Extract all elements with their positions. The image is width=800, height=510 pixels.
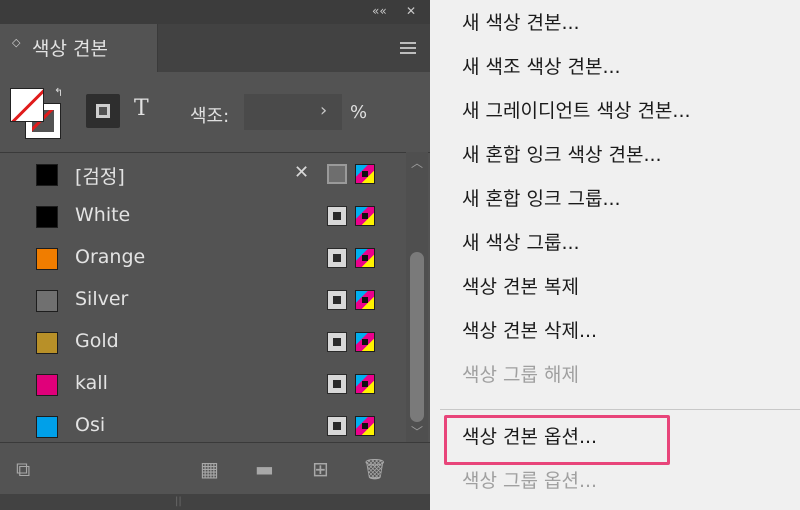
close-panel-icon[interactable]: ✕ <box>406 2 416 20</box>
process-color-icon <box>327 416 347 436</box>
panel-menu-icon[interactable] <box>400 42 416 54</box>
resize-grip-icon[interactable]: || <box>175 496 182 507</box>
tint-slider-arrow-icon[interactable]: › <box>320 100 327 121</box>
panel-bottom-bar: ⧉ ▦ ▬ ⊞ 🗑 <box>0 442 430 494</box>
cmyk-mode-icon <box>355 416 375 436</box>
swatch-views-icon[interactable]: ▦ <box>200 459 219 479</box>
swatch-row-black[interactable]: [검정] ✕ <box>0 153 405 195</box>
cannot-edit-icon: ✕ <box>294 162 310 183</box>
menu-item-new-tint-swatch[interactable]: 새 색조 색상 견본... <box>462 52 621 79</box>
swatch-color-chip <box>36 416 58 438</box>
menu-item-swatch-options[interactable]: 색상 견본 옵션... <box>462 422 597 449</box>
swatch-color-chip <box>36 206 58 228</box>
tab-swatches[interactable]: ◇ 색상 견본 <box>0 24 158 72</box>
swatch-name: Orange <box>75 246 146 268</box>
menu-item-new-mixed-ink-swatch[interactable]: 새 혼합 잉크 색상 견본... <box>462 140 662 167</box>
swatches-panel: «« ✕ ◇ 색상 견본 ↰ T 색조: › % [검정] ✕ White Or… <box>0 0 430 510</box>
menu-item-new-color-group[interactable]: 새 색상 그룹... <box>462 228 580 255</box>
swatches-panel-menu: 새 색상 견본... 새 색조 색상 견본... 새 그레이디언트 색상 견본.… <box>430 0 800 510</box>
menu-separator <box>440 409 800 410</box>
tab-expand-icon[interactable]: ◇ <box>12 37 20 48</box>
fill-swatch-icon[interactable] <box>10 88 44 122</box>
process-color-icon <box>327 248 347 268</box>
cmyk-mode-icon <box>355 374 375 394</box>
swatch-color-chip <box>36 332 58 354</box>
menu-item-new-mixed-ink-group[interactable]: 새 혼합 잉크 그룹... <box>462 184 621 211</box>
collapse-panel-icon[interactable]: «« <box>372 2 387 20</box>
swatch-row-silver[interactable]: Silver <box>0 279 405 321</box>
show-all-swatches-icon[interactable]: ⧉ <box>16 459 30 479</box>
swatch-name: [검정] <box>75 166 125 188</box>
swatch-color-chip <box>36 248 58 270</box>
tab-label: 색상 견본 <box>32 38 108 60</box>
panel-footer: || <box>0 494 430 510</box>
cmyk-mode-icon <box>355 248 375 268</box>
swatch-color-chip <box>36 374 58 396</box>
swatch-name: White <box>75 204 131 226</box>
process-color-icon <box>327 374 347 394</box>
panel-tab-row: ◇ 색상 견본 <box>0 24 430 72</box>
swatch-name: Osi <box>75 414 106 436</box>
swatch-row-gold[interactable]: Gold <box>0 321 405 363</box>
scroll-up-icon[interactable]: ︿ <box>406 154 428 171</box>
menu-item-new-gradient-swatch[interactable]: 새 그레이디언트 색상 견본... <box>462 96 691 123</box>
swatch-row-white[interactable]: White <box>0 195 405 237</box>
swatch-name: kall <box>75 372 108 394</box>
panel-title-bar: «« ✕ <box>0 0 430 24</box>
cmyk-mode-icon <box>355 164 375 184</box>
swatch-row-osi[interactable]: Osi <box>0 405 405 447</box>
swatch-row-orange[interactable]: Orange <box>0 237 405 279</box>
menu-item-ungroup-color-group: 색상 그룹 해제 <box>462 364 579 386</box>
swap-fill-stroke-icon[interactable]: ↰ <box>54 86 63 99</box>
formatting-affects-text-icon[interactable]: T <box>134 96 149 121</box>
swatch-color-chip <box>36 164 58 186</box>
fill-stroke-widget[interactable]: ↰ <box>10 86 63 140</box>
swatch-name: Silver <box>75 288 129 310</box>
new-swatch-icon[interactable]: ⊞ <box>312 459 329 479</box>
swatch-list-scrollbar[interactable]: ︿ ﹀ <box>406 152 428 442</box>
scroll-down-icon[interactable]: ﹀ <box>406 423 428 440</box>
formatting-affects-container-icon[interactable] <box>86 94 120 128</box>
scroll-thumb[interactable] <box>410 252 424 422</box>
tint-label: 색조: <box>190 106 230 127</box>
process-color-icon <box>327 290 347 310</box>
swatch-list: [검정] ✕ White Orange Silver Gold kall Osi <box>0 152 430 442</box>
swatch-color-chip <box>36 290 58 312</box>
delete-swatch-icon[interactable]: 🗑 <box>362 459 387 479</box>
swatch-row-kall[interactable]: kall <box>0 363 405 405</box>
menu-item-delete-swatch[interactable]: 색상 견본 삭제... <box>462 316 597 343</box>
cmyk-mode-icon <box>355 332 375 352</box>
menu-item-new-swatch[interactable]: 새 색상 견본... <box>462 8 580 35</box>
new-color-group-icon[interactable]: ▬ <box>255 459 274 479</box>
tint-unit: % <box>350 102 368 123</box>
swatch-name: Gold <box>75 330 119 352</box>
process-color-icon <box>327 332 347 352</box>
menu-item-color-group-options: 색상 그룹 옵션... <box>462 470 598 492</box>
process-color-icon <box>327 206 347 226</box>
spot-color-type-icon <box>327 164 347 184</box>
menu-item-duplicate-swatch[interactable]: 색상 견본 복제 <box>462 272 579 299</box>
cmyk-mode-icon <box>355 206 375 226</box>
tint-input[interactable] <box>244 94 342 130</box>
cmyk-mode-icon <box>355 290 375 310</box>
